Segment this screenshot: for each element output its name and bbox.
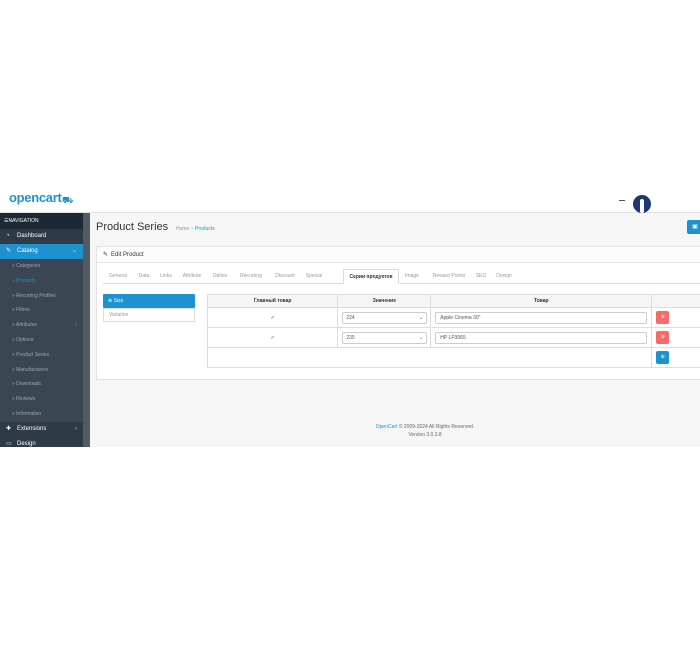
puzzle-icon: ✚ xyxy=(6,425,12,432)
page-footer: OpenCart © 2009-2024 All Rights Reserved… xyxy=(90,423,700,439)
tab-special[interactable]: Special xyxy=(301,269,327,284)
table-add-row: ⊕ xyxy=(206,347,700,368)
sidebar-item-options[interactable]: » Options xyxy=(0,332,83,348)
sidebar-item-product-series[interactable]: » Product Series xyxy=(0,347,83,363)
table-header-row: Главный товар Значение Товар xyxy=(206,294,700,308)
plus-circle-icon: ⊕ xyxy=(660,354,665,360)
product-input[interactable]: Apple Cinema 30" xyxy=(435,311,648,324)
breadcrumb: Home › Products xyxy=(176,226,215,232)
add-row-button[interactable]: ⊕ xyxy=(656,351,670,364)
sidebar-item-catalog[interactable]: ✎ Catalog ⌄ xyxy=(0,244,83,259)
sidebar-item-dashboard[interactable]: ◔ Dashboard xyxy=(0,229,83,244)
floppy-icon: ▣ xyxy=(692,224,698,230)
value-select[interactable]: 224 ⌄ xyxy=(342,311,428,324)
column-header-product: Товар xyxy=(430,294,653,308)
tab-discount[interactable]: Discount xyxy=(269,269,301,284)
sidebar-item-information[interactable]: » Information xyxy=(0,406,83,422)
product-input[interactable]: HP LP3065 xyxy=(435,331,648,344)
breadcrumb-products[interactable]: Products xyxy=(195,226,215,232)
navigation-heading: ☰NAVIGATION xyxy=(0,213,83,229)
opencart-logo[interactable]: opencart xyxy=(9,193,62,205)
footer-version: Version 3.0.3.8 xyxy=(408,432,442,438)
user-menu-divider xyxy=(619,200,625,201)
screenshot-area: opencart ⛟ ☰NAVIGATION ◔ Dashboard ✎ Catal… xyxy=(0,193,700,447)
vertical-tab-size[interactable]: ⊕ Size xyxy=(103,294,195,308)
tab-product-series[interactable]: Серии продуктов xyxy=(343,269,399,284)
sidebar-item-manufacturers[interactable]: » Manufacturers xyxy=(0,362,83,378)
table-row: ✓ 224 ⌄ Apple Cinema 30" ⊖ xyxy=(206,307,700,328)
chevron-right-icon: › xyxy=(75,425,77,432)
tab-links[interactable]: Links xyxy=(155,269,177,284)
top-header: opencart ⛟ xyxy=(0,193,700,213)
user-avatar[interactable] xyxy=(633,195,651,213)
tab-image[interactable]: Image xyxy=(399,269,425,284)
tab-general[interactable]: General xyxy=(103,269,133,284)
chevron-right-icon: › xyxy=(75,322,77,329)
sidebar-navigation: ☰NAVIGATION ◔ Dashboard ✎ Catalog ⌄ » Cate… xyxy=(0,213,83,447)
vertical-tab-variation[interactable]: Variation xyxy=(103,308,195,322)
sidebar-item-design[interactable]: ▭ Design xyxy=(0,437,83,447)
sidebar-scrollbar[interactable] xyxy=(83,213,90,447)
table-row: ✓ 235 ⌄ HP LP3065 ⊖ xyxy=(206,327,700,348)
main-content: Product Series Home › Products ▣ ✎ Edit Pro… xyxy=(90,213,700,447)
pencil-icon: ✎ xyxy=(103,252,109,258)
column-header-main-product: Главный товар xyxy=(206,294,339,308)
sidebar-item-products[interactable]: » Products xyxy=(0,273,83,289)
edit-product-panel: ✎ Edit Product General Data Links Attribu… xyxy=(96,246,700,380)
sidebar-item-reviews[interactable]: » Reviews xyxy=(0,392,83,407)
tab-reward-points[interactable]: Reward Points xyxy=(427,269,471,284)
dashboard-icon: ◔ xyxy=(6,233,10,239)
sidebar-item-filters[interactable]: » Filters xyxy=(0,303,83,319)
main-product-check-icon[interactable]: ✓ xyxy=(206,327,339,348)
monitor-icon: ▭ xyxy=(6,440,12,447)
main-product-check-icon[interactable]: ✓ xyxy=(206,307,339,328)
save-button[interactable]: ▣ xyxy=(687,220,700,234)
remove-row-button[interactable]: ⊖ xyxy=(656,311,670,324)
tab-seo[interactable]: SEO xyxy=(471,269,491,284)
tab-design[interactable]: Design xyxy=(491,269,517,284)
sidebar-item-attributes[interactable]: » Attributes › xyxy=(0,318,83,333)
tab-recurring[interactable]: Recurring xyxy=(233,269,269,284)
breadcrumb-home[interactable]: Home xyxy=(176,226,189,232)
breadcrumb-separator: › xyxy=(191,226,194,232)
product-tabs: General Data Links Attribute Option Recu… xyxy=(103,269,700,284)
sidebar-item-extensions[interactable]: ✚ Extensions › xyxy=(0,422,83,437)
page-title: Product Series xyxy=(96,221,169,233)
series-table: Главный товар Значение Товар ✓ 224 ⌄ Appl… xyxy=(206,294,700,368)
tab-option[interactable]: Option xyxy=(207,269,233,284)
footer-brand-link[interactable]: OpenCart xyxy=(376,424,398,430)
tab-data[interactable]: Data xyxy=(133,269,155,284)
sidebar-item-downloads[interactable]: » Downloads xyxy=(0,377,83,393)
chevron-down-icon: ⌄ xyxy=(71,248,77,254)
minus-circle-icon: ⊖ xyxy=(660,334,665,340)
sidebar-item-recurring-profiles[interactable]: » Recurring Profiles xyxy=(0,288,83,304)
column-header-actions xyxy=(651,294,700,308)
sidebar-item-categories[interactable]: » Categories xyxy=(0,259,83,274)
remove-row-button[interactable]: ⊖ xyxy=(656,331,670,344)
cart-logo-icon: ⛟ xyxy=(62,195,74,205)
minus-circle-icon: ⊖ xyxy=(660,314,665,320)
value-select[interactable]: 235 ⌄ xyxy=(342,331,428,344)
chevron-down-icon: ⌄ xyxy=(419,314,424,321)
tag-icon: ✎ xyxy=(6,248,12,254)
column-header-value: Значение xyxy=(337,294,432,308)
panel-heading: ✎ Edit Product xyxy=(97,247,700,263)
tab-attribute[interactable]: Attribute xyxy=(177,269,207,284)
chevron-down-icon: ⌄ xyxy=(419,334,424,341)
